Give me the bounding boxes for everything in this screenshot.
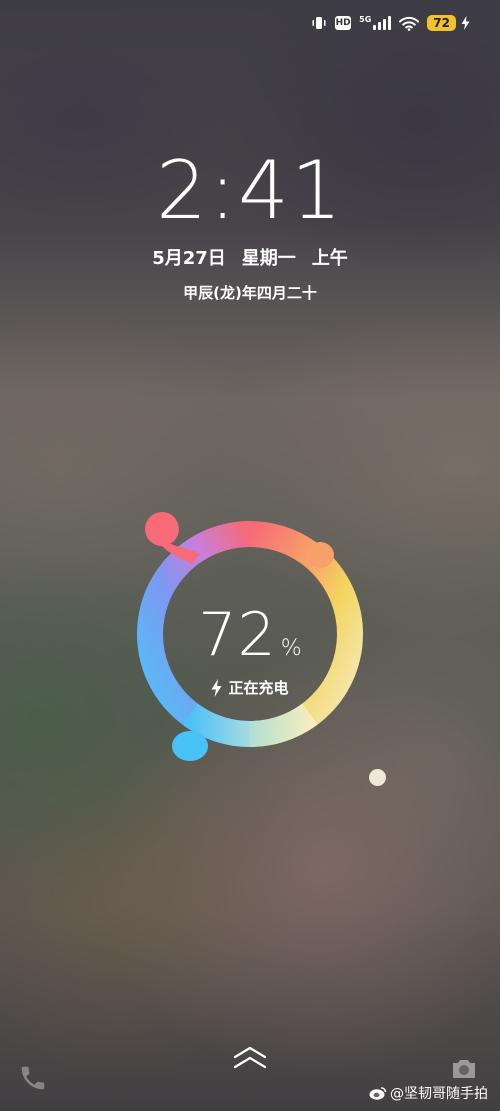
signal-5g-icon: 5G [359, 15, 392, 30]
period-text: 上午 [311, 248, 348, 269]
charging-bolt-icon [461, 16, 470, 30]
camera-shortcut[interactable] [450, 1057, 478, 1081]
charging-status: 正在充电 [130, 677, 370, 698]
weekday-text: 星期一 [241, 248, 296, 269]
camera-icon [450, 1057, 478, 1081]
date-text: 5月27日 [152, 248, 226, 269]
charging-bolt-icon [211, 678, 222, 697]
weibo-logo-icon [369, 1086, 387, 1100]
watermark: @坚韧哥随手拍 [369, 1083, 488, 1103]
ring-blob-top [145, 512, 179, 546]
vibrate-icon [311, 16, 327, 30]
floating-dot[interactable] [369, 769, 386, 786]
phone-icon [18, 1063, 48, 1093]
charging-status-text: 正在充电 [228, 679, 289, 697]
wifi-icon [399, 16, 420, 31]
ring-blob-bottom [172, 731, 208, 761]
lunar-date: 甲辰(龙)年四月二十 [183, 284, 317, 302]
battery-percent-sign: % [280, 636, 302, 661]
date-line: 5月27日 星期一 上午 [0, 244, 500, 270]
phone-shortcut[interactable] [18, 1063, 48, 1093]
unlock-swipe-hint[interactable] [232, 1045, 268, 1071]
watermark-text: @坚韧哥随手拍 [390, 1086, 488, 1102]
battery-percent: 72 % [130, 600, 370, 670]
battery-percent-value: 72 [198, 600, 277, 670]
network-label: 5G [359, 15, 372, 24]
ring-segment-bottom [182, 703, 318, 747]
lockscreen-clock: 2:41 [156, 144, 344, 237]
hd-icon: HD [335, 16, 352, 30]
swipe-up-icon [232, 1045, 268, 1071]
status-bar: HD 5G 72 [311, 12, 470, 34]
ring-blob-right [306, 542, 334, 568]
battery-icon: 72 [427, 15, 456, 31]
